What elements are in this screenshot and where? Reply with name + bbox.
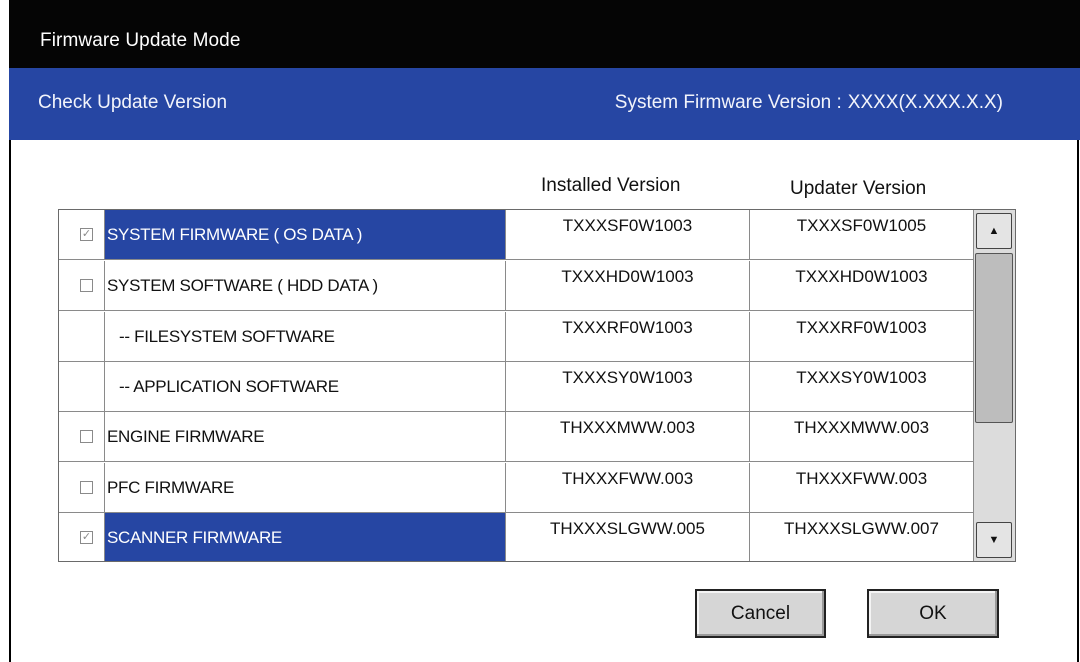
row-name: SYSTEM FIRMWARE ( OS DATA ) xyxy=(104,210,505,259)
table-row[interactable]: ✓ SCANNER FIRMWARE THXXXSLGWW.005 THXXXSLGW… xyxy=(59,513,973,561)
system-firmware-version: System Firmware Version : XXXX(X.XXX.X.X) xyxy=(615,92,1003,114)
row-installed-version: TXXXHD0W1003 xyxy=(505,261,749,310)
row-updater-version: THXXXMWW.003 xyxy=(749,412,973,461)
row-installed-version: THXXXFWW.003 xyxy=(505,463,749,512)
window-title: Firmware Update Mode xyxy=(40,30,241,51)
row-checkbox[interactable]: ✓ xyxy=(80,530,93,544)
row-updater-version: TXXXSF0W1005 xyxy=(749,210,973,259)
row-name: SCANNER FIRMWARE xyxy=(104,513,505,561)
scroll-down-button[interactable]: ▼ xyxy=(976,522,1012,558)
row-installed-version: TXXXRF0W1003 xyxy=(505,312,749,361)
column-header-installed: Installed Version xyxy=(541,175,681,196)
row-name: PFC FIRMWARE xyxy=(104,463,505,512)
row-checkbox-cell xyxy=(76,463,104,512)
system-firmware-label: System Firmware Version : xyxy=(614,92,842,113)
row-installed-version: TXXXSF0W1003 xyxy=(505,210,749,259)
checkmark-icon: ✓ xyxy=(81,530,92,543)
table-row[interactable]: ✓ SYSTEM FIRMWARE ( OS DATA ) TXXXSF0W1003… xyxy=(59,210,973,260)
row-name: -- APPLICATION SOFTWARE xyxy=(104,362,505,411)
row-installed-version: TXXXSY0W1003 xyxy=(505,362,749,411)
row-updater-version: TXXXSY0W1003 xyxy=(749,362,973,411)
row-checkbox[interactable] xyxy=(80,429,93,443)
title-bar: Firmware Update Mode xyxy=(9,0,1080,68)
firmware-table: ✓ SYSTEM FIRMWARE ( OS DATA ) TXXXSF0W1003… xyxy=(58,209,1016,562)
cancel-button[interactable]: Cancel xyxy=(695,589,826,638)
table-row[interactable]: PFC FIRMWARE THXXXFWW.003 THXXXFWW.003 xyxy=(59,463,973,513)
table-row[interactable]: ENGINE FIRMWARE THXXXMWW.003 THXXXMWW.003 xyxy=(59,412,973,462)
row-installed-version: THXXXSLGWW.005 xyxy=(505,513,749,561)
row-updater-version: THXXXSLGWW.007 xyxy=(749,513,973,561)
row-installed-version: THXXXMWW.003 xyxy=(505,412,749,461)
row-name: ENGINE FIRMWARE xyxy=(104,412,505,461)
row-checkbox-cell xyxy=(76,412,104,461)
page-subtitle: Check Update Version xyxy=(38,92,228,113)
column-header-updater: Updater Version xyxy=(790,178,927,199)
scrollbar-thumb[interactable] xyxy=(975,253,1013,423)
row-checkbox-cell xyxy=(76,312,104,361)
ok-button[interactable]: OK xyxy=(867,589,999,638)
row-name: SYSTEM SOFTWARE ( HDD DATA ) xyxy=(104,261,505,310)
header-bar: Check Update Version System Firmware Ver… xyxy=(9,68,1080,140)
row-checkbox-cell xyxy=(76,362,104,411)
row-checkbox[interactable]: ✓ xyxy=(80,227,93,241)
row-checkbox-cell xyxy=(76,261,104,310)
checkmark-icon: ✓ xyxy=(81,227,92,240)
table-row[interactable]: -- APPLICATION SOFTWARE TXXXSY0W1003 TXXXS… xyxy=(59,362,973,412)
row-updater-version: THXXXFWW.003 xyxy=(749,463,973,512)
triangle-up-icon: ▲ xyxy=(988,225,1000,237)
vertical-scrollbar[interactable]: ▲ ▼ xyxy=(973,210,1015,561)
row-updater-version: TXXXHD0W1003 xyxy=(749,261,973,310)
row-name: -- FILESYSTEM SOFTWARE xyxy=(104,312,505,361)
row-checkbox-cell: ✓ xyxy=(76,210,104,259)
table-row[interactable]: -- FILESYSTEM SOFTWARE TXXXRF0W1003 TXXXRF… xyxy=(59,312,973,362)
scroll-up-button[interactable]: ▲ xyxy=(976,213,1012,249)
row-checkbox[interactable] xyxy=(80,480,93,494)
triangle-down-icon: ▼ xyxy=(988,534,1000,546)
row-checkbox-cell: ✓ xyxy=(76,513,104,561)
row-updater-version: TXXXRF0W1003 xyxy=(749,312,973,361)
system-firmware-value: XXXX(X.XXX.X.X) xyxy=(847,92,1003,113)
table-row[interactable]: SYSTEM SOFTWARE ( HDD DATA ) TXXXHD0W1003… xyxy=(59,261,973,311)
row-checkbox[interactable] xyxy=(80,278,93,292)
